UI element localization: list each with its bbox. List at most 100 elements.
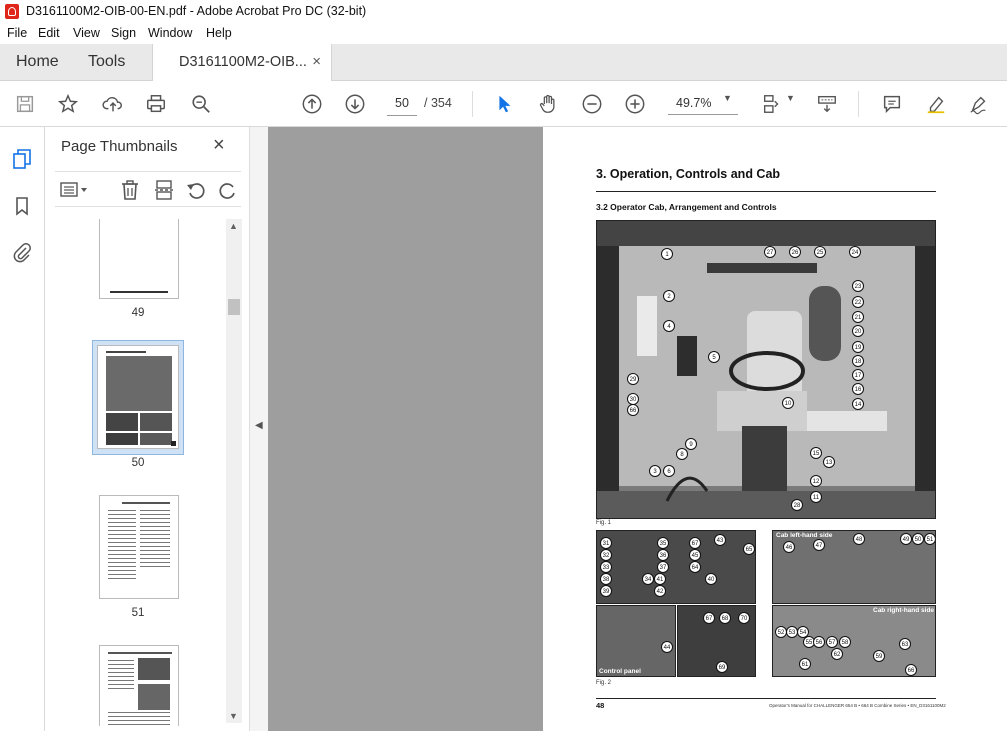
callout: 34 bbox=[642, 573, 654, 585]
tab-tools[interactable]: Tools bbox=[88, 44, 125, 80]
footer-rule bbox=[596, 698, 936, 699]
callout: 9 bbox=[685, 438, 697, 450]
layout-chevron-down-icon[interactable]: ▼ bbox=[786, 93, 795, 103]
callout: 16 bbox=[852, 383, 864, 395]
thumbnail-page-49[interactable] bbox=[99, 219, 179, 299]
comment-icon[interactable] bbox=[879, 91, 905, 117]
toolbar-divider bbox=[472, 91, 473, 117]
keyboard-scroll-icon[interactable] bbox=[814, 91, 840, 117]
document-page: 3. Operation, Controls and Cab 3.2 Opera… bbox=[543, 127, 1007, 731]
callout: 49 bbox=[900, 533, 912, 545]
panel-splitter[interactable]: ◀ bbox=[249, 127, 269, 731]
menu-view[interactable]: View bbox=[73, 26, 100, 40]
hand-tool-icon[interactable] bbox=[535, 91, 561, 117]
callout: 31 bbox=[600, 537, 612, 549]
menu-window[interactable]: Window bbox=[148, 26, 192, 40]
callout: 63 bbox=[899, 638, 911, 650]
collapse-panel-chevron-left-icon[interactable]: ◀ bbox=[255, 420, 263, 431]
thumbnails-scrollbar[interactable]: ▲ ▼ bbox=[226, 219, 242, 723]
page-thumbnails-icon[interactable] bbox=[11, 148, 33, 170]
save-icon[interactable] bbox=[12, 91, 38, 117]
callout: 10 bbox=[782, 397, 794, 409]
thumbnail-page-51[interactable] bbox=[99, 495, 179, 599]
thumbnails-toolbar bbox=[55, 171, 241, 207]
callout: 23 bbox=[852, 280, 864, 292]
rotate-counterclockwise-icon[interactable] bbox=[185, 179, 207, 201]
tab-home[interactable]: Home bbox=[16, 44, 59, 80]
menu-bar: File Edit View Sign Window Help bbox=[0, 24, 1007, 44]
callout: 69 bbox=[716, 661, 728, 673]
control-panel-label: Control panel bbox=[599, 668, 641, 675]
callout: 28 bbox=[791, 499, 803, 511]
page-total: / 354 bbox=[424, 96, 452, 110]
callout: 51 bbox=[924, 533, 935, 545]
document-background bbox=[268, 127, 543, 731]
callout: 62 bbox=[831, 648, 843, 660]
next-page-icon[interactable] bbox=[342, 91, 368, 117]
thumbnails-panel-title: Page Thumbnails bbox=[61, 138, 178, 155]
callout: 27 bbox=[764, 246, 776, 258]
page-layout-icon[interactable] bbox=[759, 91, 785, 117]
callout: 12 bbox=[810, 475, 822, 487]
sign-pen-icon[interactable] bbox=[966, 91, 992, 117]
share-upload-icon[interactable] bbox=[100, 91, 126, 117]
callout: 58 bbox=[839, 636, 851, 648]
page-number-input[interactable]: 50 bbox=[387, 91, 417, 116]
callout: 64 bbox=[689, 561, 701, 573]
left-navigation-rail bbox=[0, 127, 45, 731]
callout: 56 bbox=[813, 636, 825, 648]
callout: 22 bbox=[852, 296, 864, 308]
extract-pages-icon[interactable] bbox=[153, 179, 175, 201]
callout: 50 bbox=[912, 533, 924, 545]
callout: 6 bbox=[663, 465, 675, 477]
scroll-down-icon[interactable]: ▼ bbox=[229, 711, 238, 721]
controls-panel-switches: 31 32 33 38 39 35 36 37 34 41 42 67 45 6… bbox=[596, 530, 756, 604]
zoom-chevron-down-icon[interactable]: ▼ bbox=[723, 93, 732, 103]
callout: 11 bbox=[810, 491, 822, 503]
thumbnail-page-50[interactable] bbox=[97, 345, 179, 449]
menu-help[interactable]: Help bbox=[206, 26, 232, 40]
callout: 61 bbox=[799, 658, 811, 670]
callout: 3 bbox=[649, 465, 661, 477]
heading-rule bbox=[596, 191, 936, 192]
tab-bar: Home Tools D3161100M2-OIB... × bbox=[0, 44, 1007, 81]
delete-page-icon[interactable] bbox=[119, 179, 141, 201]
footer-text: Operator's Manual for CHALLENGER 654 B •… bbox=[769, 703, 946, 708]
zoom-out-icon[interactable] bbox=[579, 91, 605, 117]
bookmarks-icon[interactable] bbox=[11, 195, 33, 217]
callout: 2 bbox=[663, 290, 675, 302]
callout: 5 bbox=[708, 351, 720, 363]
callout: 67 bbox=[703, 612, 715, 624]
menu-sign[interactable]: Sign bbox=[111, 26, 136, 40]
options-menu-icon[interactable] bbox=[59, 179, 87, 201]
tab-close-icon[interactable]: × bbox=[312, 44, 321, 80]
callout: 8 bbox=[676, 448, 688, 460]
highlight-pen-icon[interactable] bbox=[923, 91, 949, 117]
cab-right-side-label: Cab right-hand side bbox=[873, 607, 935, 614]
cab-left-side-label: Cab left-hand side bbox=[776, 532, 833, 539]
scrollbar-thumb[interactable] bbox=[228, 299, 240, 315]
callout: 25 bbox=[814, 246, 826, 258]
select-cursor-icon[interactable] bbox=[491, 91, 517, 117]
print-icon[interactable] bbox=[143, 91, 169, 117]
cab-right-side-panel: Cab right-hand side 52 53 54 55 56 57 58… bbox=[772, 605, 936, 677]
zoom-search-icon[interactable] bbox=[188, 91, 214, 117]
menu-edit[interactable]: Edit bbox=[38, 26, 60, 40]
bookmark-star-icon[interactable] bbox=[55, 91, 81, 117]
control-panel-photo: 44 Control panel bbox=[596, 605, 676, 677]
tab-document[interactable]: D3161100M2-OIB... × bbox=[152, 44, 332, 81]
rotate-clockwise-icon[interactable] bbox=[217, 179, 239, 201]
previous-page-icon[interactable] bbox=[299, 91, 325, 117]
close-panel-icon[interactable]: × bbox=[213, 134, 225, 157]
attachments-paperclip-icon[interactable] bbox=[11, 241, 33, 263]
callout: 32 bbox=[600, 549, 612, 561]
callout: 67 bbox=[689, 537, 701, 549]
scroll-up-icon[interactable]: ▲ bbox=[229, 221, 238, 231]
callout: 15 bbox=[810, 447, 822, 459]
zoom-in-icon[interactable] bbox=[622, 91, 648, 117]
menu-file[interactable]: File bbox=[7, 26, 27, 40]
tab-document-label: D3161100M2-OIB... bbox=[179, 54, 307, 70]
callout: 46 bbox=[783, 541, 795, 553]
callout: 42 bbox=[654, 585, 666, 597]
thumbnail-page-52[interactable] bbox=[99, 645, 179, 726]
